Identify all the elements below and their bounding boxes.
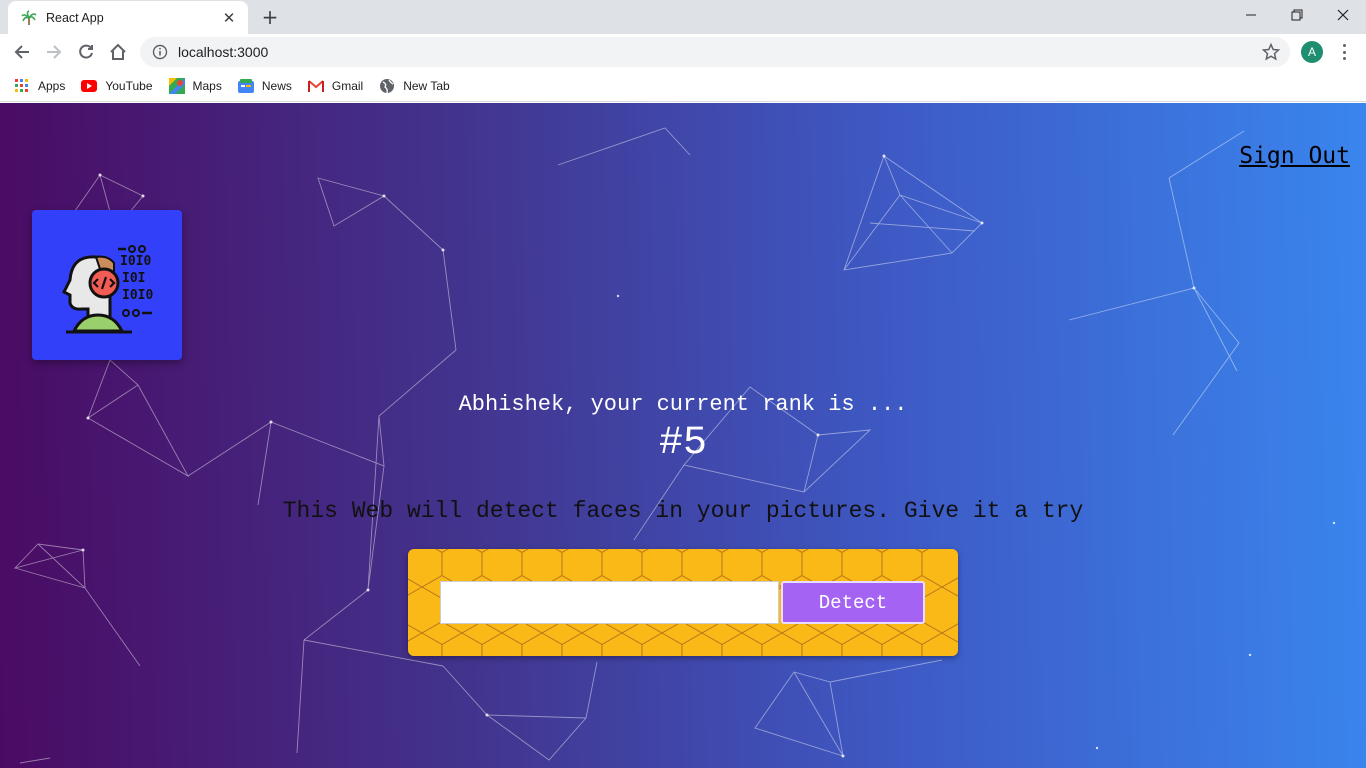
rank-value: #5: [658, 421, 707, 466]
youtube-icon: [81, 78, 98, 94]
brain-logo[interactable]: I0I0 I0I I0I0: [32, 210, 182, 360]
profile-avatar[interactable]: A: [1301, 41, 1323, 63]
globe-icon: [379, 78, 395, 94]
news-icon: [237, 78, 254, 94]
close-window-icon[interactable]: [1320, 0, 1366, 30]
image-link-form: Detect: [408, 549, 958, 656]
site-info-icon[interactable]: [152, 44, 168, 60]
back-arrow-icon[interactable]: [8, 38, 36, 66]
tab-title: React App: [46, 10, 104, 25]
forward-arrow-icon[interactable]: [40, 38, 68, 66]
apps-grid-icon: [14, 78, 30, 94]
bookmark-label: Gmail: [331, 78, 364, 93]
browser-toolbar: localhost:3000 A: [0, 34, 1366, 70]
rank-message: Abhishek, your current rank is ...: [458, 392, 908, 417]
tab-close-icon[interactable]: ✕: [220, 9, 238, 27]
bookmark-news[interactable]: News: [237, 78, 292, 94]
bookmark-label: New Tab: [403, 78, 450, 93]
bookmark-apps[interactable]: Apps: [14, 78, 65, 94]
image-url-input[interactable]: [440, 581, 779, 624]
svg-text:I0I: I0I: [122, 271, 145, 286]
minimize-icon[interactable]: [1228, 0, 1274, 30]
detect-button[interactable]: Detect: [781, 581, 925, 624]
svg-text:I0I0: I0I0: [122, 288, 153, 303]
bookmark-youtube[interactable]: YouTube: [81, 78, 153, 94]
tab-strip: React App ✕ +: [0, 0, 1366, 34]
app-description: This Web will detect faces in your pictu…: [282, 498, 1084, 524]
reload-icon[interactable]: [72, 38, 100, 66]
browser-menu-icon[interactable]: [1336, 42, 1352, 62]
maps-icon: [168, 77, 185, 94]
bookmark-gmail[interactable]: Gmail: [307, 78, 364, 94]
new-tab-plus-icon[interactable]: +: [258, 5, 282, 29]
bookmark-label: YouTube: [105, 78, 153, 93]
gmail-icon: [307, 78, 324, 94]
bookmark-star-icon[interactable]: [1262, 43, 1280, 61]
tab-react-app[interactable]: React App ✕: [8, 1, 248, 34]
svg-text:I0I0: I0I0: [120, 254, 151, 269]
robot-head-code-icon: I0I0 I0I I0I0: [61, 245, 153, 334]
bookmark-new-tab[interactable]: New Tab: [379, 78, 450, 94]
app-page: Sign Out I0I0 I0I I0I0 Abhishek, your cu…: [0, 103, 1366, 768]
react-favicon-icon: [20, 9, 38, 27]
bookmark-label: Apps: [38, 78, 66, 93]
bookmark-label: News: [261, 78, 292, 93]
sign-out-link[interactable]: Sign Out: [1239, 143, 1350, 169]
url-text: localhost:3000: [178, 44, 269, 60]
address-bar[interactable]: localhost:3000: [140, 37, 1290, 67]
home-icon[interactable]: [104, 38, 132, 66]
restore-icon[interactable]: [1274, 0, 1320, 30]
bookmarks-bar: Apps YouTube Maps News Gmail New Tab: [0, 70, 1366, 102]
bookmark-label: Maps: [192, 78, 222, 93]
bookmark-maps[interactable]: Maps: [168, 77, 222, 94]
